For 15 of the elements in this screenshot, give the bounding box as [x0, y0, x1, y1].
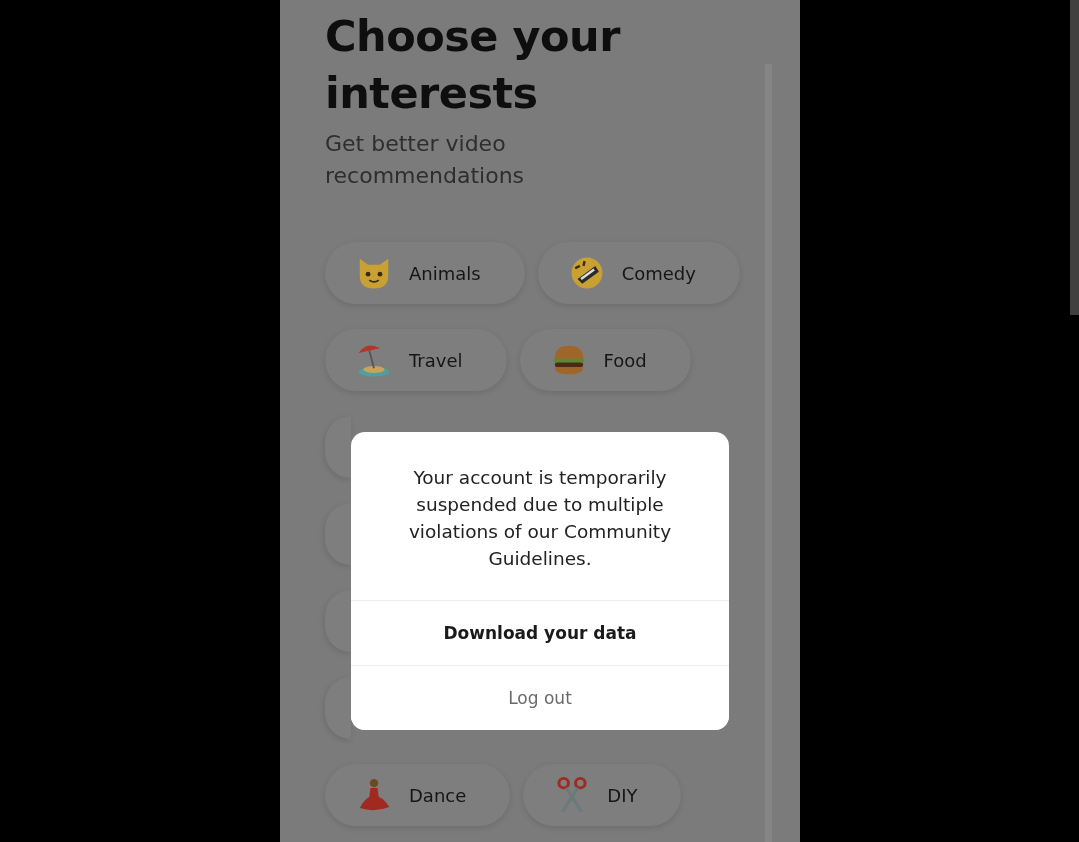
interest-chip[interactable]: Comedy	[537, 242, 740, 304]
log-out-button[interactable]: Log out	[351, 665, 729, 730]
interest-chip[interactable]: Food	[519, 329, 691, 391]
interest-chip[interactable]: Animals	[325, 242, 525, 304]
interest-chip[interactable]: DIY	[523, 764, 682, 826]
chip-edge	[325, 503, 351, 565]
interest-chip[interactable]: Travel	[325, 329, 507, 391]
interest-chip[interactable]: Dance	[325, 764, 511, 826]
page-subtitle: Get better video recommendations	[325, 130, 526, 190]
scrollbar[interactable]	[1070, 0, 1079, 315]
page-title: Choose your interests	[325, 10, 622, 120]
chip-edge	[325, 590, 351, 652]
dialog-message: Your account is temporarily suspended due to multiple violations of our Community Guidelines.	[407, 466, 673, 571]
chip-edge	[325, 416, 351, 478]
chip-edge	[325, 677, 351, 739]
